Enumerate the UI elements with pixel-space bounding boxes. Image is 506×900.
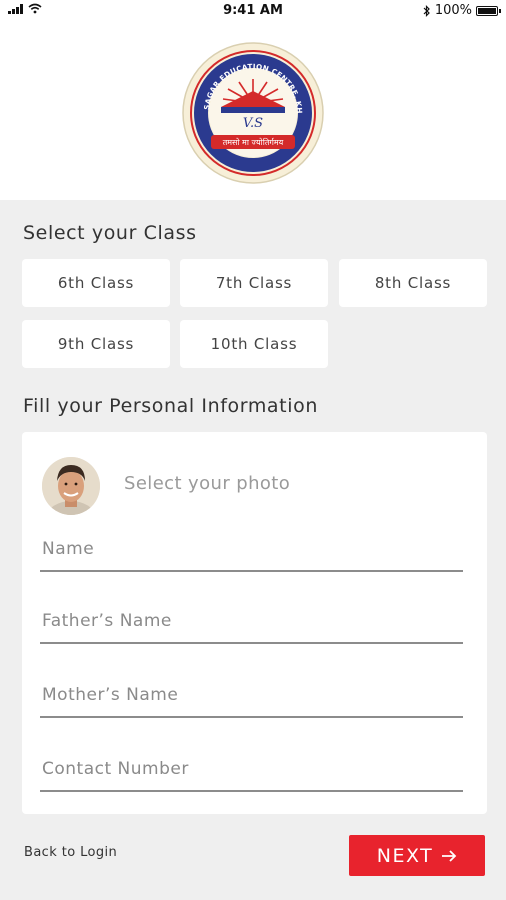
father-name-field[interactable] bbox=[40, 604, 463, 644]
avatar-photo bbox=[42, 457, 100, 515]
personal-info-card: Select your photo bbox=[22, 432, 487, 814]
personal-section-title: Fill your Personal Information bbox=[23, 395, 318, 417]
logo-monogram: V.S bbox=[243, 116, 263, 131]
mother-name-field[interactable] bbox=[40, 678, 463, 718]
arrow-right-icon bbox=[442, 849, 457, 862]
battery-icon bbox=[476, 5, 501, 16]
school-logo: VIDYA SAGAR EDUCATION CENTRE, KHANDA V.S… bbox=[181, 41, 324, 184]
bluetooth-icon bbox=[423, 4, 430, 17]
class-option-7[interactable]: 7th Class bbox=[180, 259, 328, 307]
header: 9:41 AM 100% VIDYA SAGAR EDUCATION CENTR… bbox=[0, 0, 506, 200]
class-section-title: Select your Class bbox=[23, 222, 197, 244]
class-option-10[interactable]: 10th Class bbox=[180, 320, 328, 368]
next-button-label: NEXT bbox=[376, 844, 434, 867]
select-photo-label[interactable]: Select your photo bbox=[124, 473, 290, 494]
next-button[interactable]: NEXT bbox=[349, 835, 485, 876]
class-option-6[interactable]: 6th Class bbox=[22, 259, 170, 307]
name-field[interactable] bbox=[40, 532, 463, 572]
status-right: 100% bbox=[423, 3, 501, 18]
class-option-9[interactable]: 9th Class bbox=[22, 320, 170, 368]
avatar[interactable] bbox=[42, 457, 100, 515]
back-to-login-link[interactable]: Back to Login bbox=[24, 845, 117, 860]
battery-percent: 100% bbox=[434, 3, 472, 18]
status-bar: 9:41 AM 100% bbox=[0, 0, 506, 22]
logo-motto: तमसो मा ज्योतिर्गमय bbox=[223, 137, 284, 147]
class-option-8[interactable]: 8th Class bbox=[339, 259, 487, 307]
contact-number-field[interactable] bbox=[40, 752, 463, 792]
